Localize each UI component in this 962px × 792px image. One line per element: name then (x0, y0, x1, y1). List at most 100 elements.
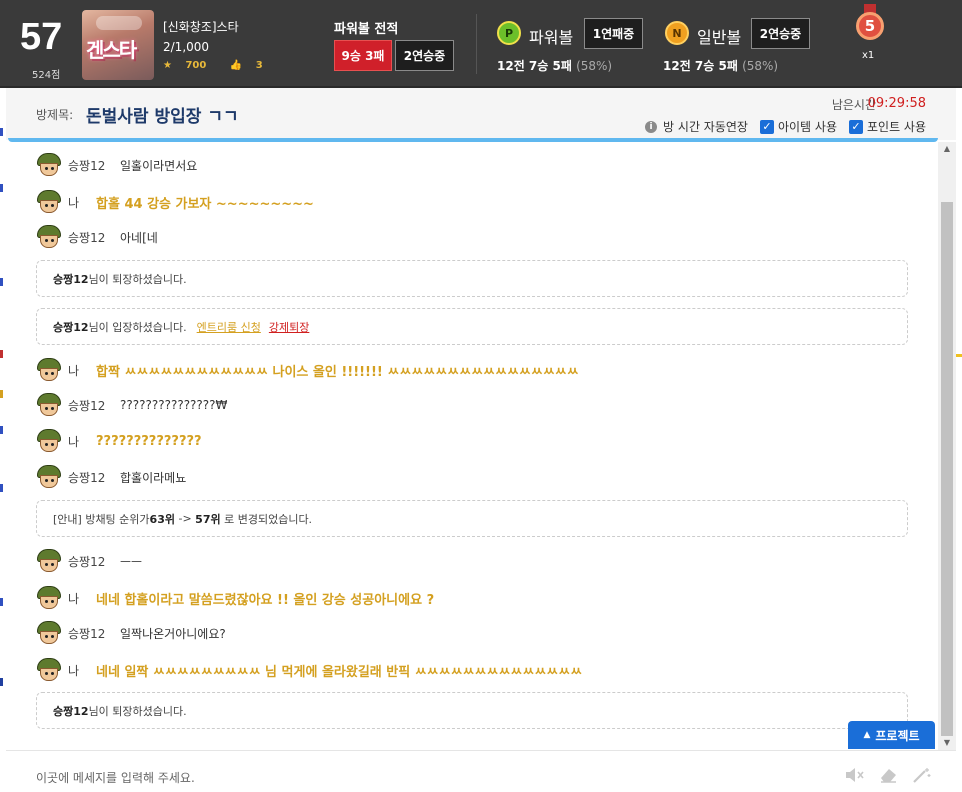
message-text: 합짝 ㅆㅆㅆㅆㅆㅆㅆㅆㅆㅆㅆㅆ 나이스 올인 !!!!!!! ㅆㅆㅆㅆㅆㅆㅆㅆㅆ… (96, 364, 579, 380)
soldier-avatar-icon (36, 358, 62, 382)
powerball-label: 파워볼 (529, 28, 574, 47)
auto-extend-option[interactable]: i 방 시간 자동연장 (645, 118, 748, 135)
powerball-record-text: 12전 7승 5패 (497, 59, 572, 73)
caret-up-icon: ▲ (863, 730, 871, 740)
scroll-thumb[interactable] (941, 202, 953, 736)
room-title-label: 방제목: (36, 108, 74, 122)
eraser-icon[interactable] (878, 767, 898, 783)
point-use-label: 포인트 사용 (866, 120, 926, 134)
room-options: i 방 시간 자동연장 ✓ 아이템 사용 ✓ 포인트 사용 (645, 118, 926, 135)
avatar[interactable]: 겐스타 (82, 10, 154, 80)
normalball-icon: N (665, 21, 689, 45)
powerball-record-title: 파워볼 전적 (334, 22, 399, 37)
entry-room-request-link[interactable]: 엔트리룸 신청 (197, 319, 261, 335)
avatar-logo: 겐스타 (86, 38, 137, 62)
soldier-avatar-icon (36, 153, 62, 177)
item-use-checkbox[interactable]: ✓ 아이템 사용 (759, 118, 837, 135)
system-notice: 승짱12 님이 입장하셨습니다. 엔트리룸 신청 강제퇴장 (36, 308, 908, 345)
soldier-avatar-icon (36, 393, 62, 417)
force-kick-link[interactable]: 강제퇴장 (269, 319, 309, 335)
chat-message: 승짱12 ???????????????₩ (36, 392, 227, 418)
right-page-edge (956, 88, 962, 792)
auto-extend-label: 방 시간 자동연장 (663, 120, 748, 134)
system-notice: 승짱12 님이 퇴장하셨습니다. (36, 692, 908, 729)
item-use-label: 아이템 사용 (777, 120, 837, 134)
new-rank: 57위 (195, 512, 221, 526)
page-edge-mark (0, 184, 3, 192)
message-nickname[interactable]: 승짱12 (68, 229, 120, 246)
notice-text: 로 변경되었습니다. (220, 512, 313, 526)
message-text: 아네[네 (120, 230, 158, 245)
soldier-avatar-icon (36, 586, 62, 610)
mute-icon[interactable] (844, 767, 864, 783)
point-use-checkbox[interactable]: ✓ 포인트 사용 (848, 118, 926, 135)
message-nickname[interactable]: 승짱12 (68, 625, 120, 642)
soldier-avatar-icon (36, 658, 62, 682)
message-nickname: 나 (68, 363, 80, 378)
info-icon: i (645, 120, 658, 133)
normalball-record-text: 12전 7승 5패 (663, 59, 738, 73)
star-stat: ★ 700 (163, 60, 216, 71)
message-nickname[interactable]: 승짱12 (68, 469, 120, 486)
notice-nickname: 승짱12 (53, 272, 89, 286)
normalball-streak: 2연승중 (751, 18, 810, 49)
remaining-time: 09:29:58 (867, 96, 926, 111)
message-nickname: 나 (68, 663, 80, 678)
message-text: ?????????????? (96, 433, 202, 449)
message-text: 일홀이라면서요 (120, 158, 198, 173)
powerball-record-pct: (58%) (576, 59, 613, 73)
system-notice: 승짱12 님이 퇴장하셨습니다. (36, 260, 908, 297)
notice-nickname: 승짱12 (53, 320, 89, 334)
chat-message: 승짱12 일짝나온거아니에요? (36, 620, 226, 646)
notice-text: 님이 입장하셨습니다. (88, 320, 187, 334)
soldier-avatar-icon (36, 465, 62, 489)
like-stat: 👍 3 (230, 60, 273, 71)
powerball-record-streak: 2연승중 (395, 40, 454, 71)
soldier-avatar-icon (36, 190, 62, 214)
message-text: ???????????????₩ (120, 398, 228, 412)
medal-coin: 5 (856, 12, 884, 40)
medal-icon: 5 (855, 4, 885, 50)
message-text: 네네 합홀이라고 말씀드렸잖아요 !! 올인 강승 성공아니에요 ? (96, 592, 435, 608)
page-edge-mark (0, 350, 3, 358)
user-nickname[interactable]: [신화창조]스타 (163, 18, 239, 35)
old-rank: 63위 (149, 512, 175, 526)
normalball-label: 일반볼 (697, 28, 742, 47)
message-text: ㅡㅡ (120, 554, 143, 569)
notice-text: 님이 퇴장하셨습니다. (88, 272, 187, 286)
normalball-record-pct: (58%) (742, 59, 779, 73)
notice-prefix: [안내] 방채팅 순위가 (53, 512, 150, 526)
message-nickname: 나 (68, 434, 80, 449)
protect-button[interactable]: ▲ 프로젝트 (848, 721, 935, 749)
message-input[interactable]: 이곳에 메세지를 입력해 주세요. (36, 769, 195, 786)
like-count: 3 (255, 60, 263, 71)
soldier-avatar-icon (36, 429, 62, 453)
chat-message-mine: 나 네네 합홀이라고 말씀드렸잖아요 !! 올인 강승 성공아니에요 ? (36, 585, 434, 611)
user-level: 57 (20, 16, 63, 58)
scroll-up-arrow-icon[interactable]: ▲ (938, 142, 956, 156)
soldier-avatar-icon (36, 621, 62, 645)
user-stats: ★ 700 👍 3 (163, 60, 283, 71)
message-nickname[interactable]: 승짱12 (68, 157, 120, 174)
chat-message: 승짱12 아네[네 (36, 224, 158, 250)
soldier-avatar-icon (36, 225, 62, 249)
message-nickname[interactable]: 승짱12 (68, 397, 120, 414)
powerball-record: 12전 7승 5패 (58%) (497, 57, 612, 74)
chat-scrollbar[interactable]: ▲ ▼ (938, 142, 956, 750)
chat-message-mine: 나 합홀 44 강승 가보자 ~~~~~~~~~ (36, 189, 314, 215)
message-text: 일짝나온거아니에요? (120, 626, 226, 641)
chat-log[interactable]: 승짱12 일홀이라면서요 나 합홀 44 강승 가보자 ~~~~~~~~~ 승짱… (6, 142, 938, 750)
message-input-bar: 이곳에 메세지를 입력해 주세요. (6, 750, 956, 792)
user-rank: 2/1,000 (163, 40, 210, 54)
message-text: 합홀 44 강승 가보자 ~~~~~~~~~ (96, 196, 314, 212)
medal-count: x1 (862, 50, 875, 61)
magic-wand-icon[interactable] (912, 767, 932, 783)
checkbox-checked-icon: ✓ (759, 119, 774, 134)
chat-message-mine: 나 네네 일짝 ㅆㅆㅆㅆㅆㅆㅆㅆㅆ 님 먹게에 올라왔길래 반픽 ㅆㅆㅆㅆㅆㅆㅆ… (36, 657, 582, 683)
message-nickname[interactable]: 승짱12 (68, 553, 120, 570)
chat-message: 승짱12 일홀이라면서요 (36, 152, 197, 178)
message-nickname: 나 (68, 195, 80, 210)
scroll-down-arrow-icon[interactable]: ▼ (938, 736, 956, 750)
protect-button-label: 프로젝트 (875, 728, 920, 743)
profile-header: 57 524점 겐스타 [신화창조]스타 2/1,000 ★ 700 👍 3 파… (0, 0, 962, 88)
